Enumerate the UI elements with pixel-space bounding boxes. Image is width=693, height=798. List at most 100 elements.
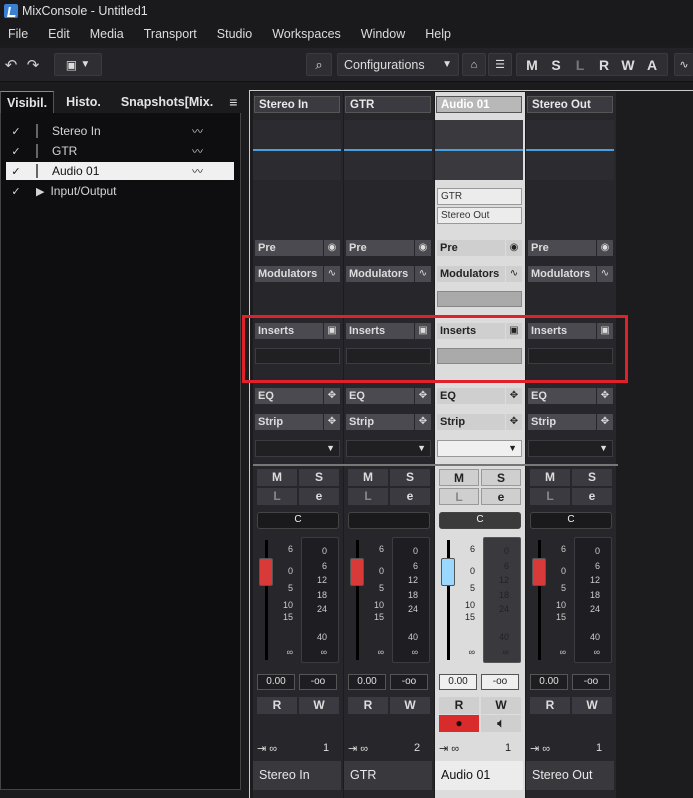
search-button[interactable]: ⌕	[306, 53, 332, 76]
strip-section-button[interactable]: Strip	[346, 414, 414, 430]
volume-value[interactable]: 0.00	[348, 674, 386, 690]
pre-section-button[interactable]: Pre	[528, 240, 596, 256]
listen-button[interactable]: L	[257, 488, 297, 505]
strip-bypass-icon[interactable]: ✥	[597, 414, 613, 430]
pan-control[interactable]: C	[530, 512, 612, 529]
checkmark-icon[interactable]: ✓	[6, 145, 26, 158]
menu-transport[interactable]: Transport	[140, 27, 201, 41]
write-automation-button[interactable]: W	[572, 697, 612, 714]
modulators-section-button[interactable]: Modulators	[528, 266, 596, 282]
modulators-icon[interactable]: ∿	[506, 266, 522, 282]
modulators-icon[interactable]: ∿	[415, 266, 431, 282]
eq-section-button[interactable]: EQ	[528, 388, 596, 404]
peak-value[interactable]: -oo	[481, 674, 519, 690]
eq-bypass-icon[interactable]: ✥	[415, 388, 431, 404]
strip-bypass-icon[interactable]: ✥	[415, 414, 431, 430]
strip-bypass-icon[interactable]: ✥	[324, 414, 340, 430]
strip-preset-dropdown[interactable]: ▼	[255, 440, 340, 457]
pre-bypass-icon[interactable]: ◉	[597, 240, 613, 256]
solo-button[interactable]: S	[390, 469, 430, 486]
list-item[interactable]: ✓ Stereo In 〰	[6, 122, 234, 140]
mute-button[interactable]: M	[520, 57, 544, 73]
menu-studio[interactable]: Studio	[213, 27, 256, 41]
list-item-selected[interactable]: ✓ Audio 01 〰	[6, 162, 234, 180]
mute-button[interactable]: M	[257, 469, 297, 486]
mute-button[interactable]: M	[348, 469, 388, 486]
menu-window[interactable]: Window	[357, 27, 409, 41]
record-enable-button[interactable]: ●	[439, 715, 479, 732]
waveform-button[interactable]: ∿	[674, 53, 693, 76]
listen-button[interactable]: L	[530, 488, 570, 505]
read-automation-button[interactable]: R	[530, 697, 570, 714]
volume-value[interactable]: 0.00	[257, 674, 295, 690]
write-automation-button[interactable]: W	[299, 697, 339, 714]
read-automation-button[interactable]: R	[439, 697, 479, 714]
store-config-button[interactable]: ⌂	[462, 53, 486, 76]
solo-button[interactable]: S	[481, 469, 521, 486]
menu-media[interactable]: Media	[86, 27, 128, 41]
redo-icon[interactable]: ↷	[24, 54, 42, 76]
volume-fader-handle[interactable]	[532, 558, 546, 586]
edit-channel-button[interactable]: e	[390, 488, 430, 505]
modulators-section-button[interactable]: Modulators	[346, 266, 414, 282]
tab-snapshots[interactable]: Snapshots[Mix.	[115, 91, 219, 113]
peak-value[interactable]: -oo	[299, 674, 337, 690]
channel-name-header[interactable]: Audio 01	[436, 96, 522, 113]
edit-channel-button[interactable]: e	[299, 488, 339, 505]
edit-channel-button[interactable]: e	[481, 488, 521, 505]
routing-output[interactable]: Stereo Out	[437, 207, 522, 224]
channel-name-header[interactable]: Stereo Out	[527, 96, 613, 113]
channel-name-footer[interactable]: Audio 01	[435, 761, 523, 790]
pre-section-button[interactable]: Pre	[437, 240, 505, 256]
strip-preset-dropdown[interactable]: ▼	[346, 440, 431, 457]
write-automation-button[interactable]: W	[481, 697, 521, 714]
undo-icon[interactable]: ↶	[2, 54, 20, 76]
list-item[interactable]: ✓ ▶ Input/Output	[6, 182, 234, 200]
checkmark-icon[interactable]: ✓	[6, 185, 26, 198]
modulator-slot[interactable]	[437, 291, 522, 307]
channel-name-footer[interactable]: Stereo In	[253, 761, 341, 790]
strip-section-button[interactable]: Strip	[255, 414, 323, 430]
list-item[interactable]: ✓ GTR 〰	[6, 142, 234, 160]
pan-control[interactable]: C	[257, 512, 339, 529]
strip-preset-dropdown[interactable]: ▼	[437, 440, 522, 457]
solo-button[interactable]: S	[572, 469, 612, 486]
volume-fader-handle[interactable]	[259, 558, 273, 586]
routing-input[interactable]: GTR	[437, 188, 522, 205]
channel-name-header[interactable]: GTR	[345, 96, 431, 113]
channel-name-footer[interactable]: Stereo Out	[526, 761, 614, 790]
listen-button[interactable]: L	[568, 57, 592, 73]
eq-section-button[interactable]: EQ	[346, 388, 414, 404]
strip-bypass-icon[interactable]: ✥	[506, 414, 522, 430]
mute-button[interactable]: M	[439, 469, 479, 486]
volume-value[interactable]: 0.00	[439, 674, 477, 690]
volume-value[interactable]: 0.00	[530, 674, 568, 690]
pre-section-button[interactable]: Pre	[255, 240, 323, 256]
checkmark-icon[interactable]: ✓	[6, 125, 26, 138]
tab-visibility[interactable]: Visibil.	[0, 91, 55, 113]
menu-help[interactable]: Help	[421, 27, 455, 41]
config-list-button[interactable]: ☰	[488, 53, 512, 76]
listen-button[interactable]: L	[439, 488, 479, 505]
volume-fader-handle[interactable]	[350, 558, 364, 586]
pan-control[interactable]	[348, 512, 430, 529]
peak-value[interactable]: -oo	[390, 674, 428, 690]
channel-name-footer[interactable]: GTR	[344, 761, 432, 790]
strip-section-button[interactable]: Strip	[437, 414, 505, 430]
pre-bypass-icon[interactable]: ◉	[324, 240, 340, 256]
peak-value[interactable]: -oo	[572, 674, 610, 690]
snapshot-button[interactable]: ▣ ▼	[54, 53, 102, 76]
read-automation-button[interactable]: R	[348, 697, 388, 714]
tab-history[interactable]: Histo.	[60, 91, 107, 113]
eq-bypass-icon[interactable]: ✥	[324, 388, 340, 404]
automation-button[interactable]: A	[640, 57, 664, 73]
menu-edit[interactable]: Edit	[44, 27, 74, 41]
modulators-section-button[interactable]: Modulators	[437, 266, 505, 282]
monitor-button[interactable]: 🔈︎	[481, 715, 521, 732]
expand-triangle-icon[interactable]: ▶	[36, 185, 44, 198]
pre-bypass-icon[interactable]: ◉	[415, 240, 431, 256]
channel-name-header[interactable]: Stereo In	[254, 96, 340, 113]
read-automation-button[interactable]: R	[257, 697, 297, 714]
solo-button[interactable]: S	[299, 469, 339, 486]
listen-button[interactable]: L	[348, 488, 388, 505]
